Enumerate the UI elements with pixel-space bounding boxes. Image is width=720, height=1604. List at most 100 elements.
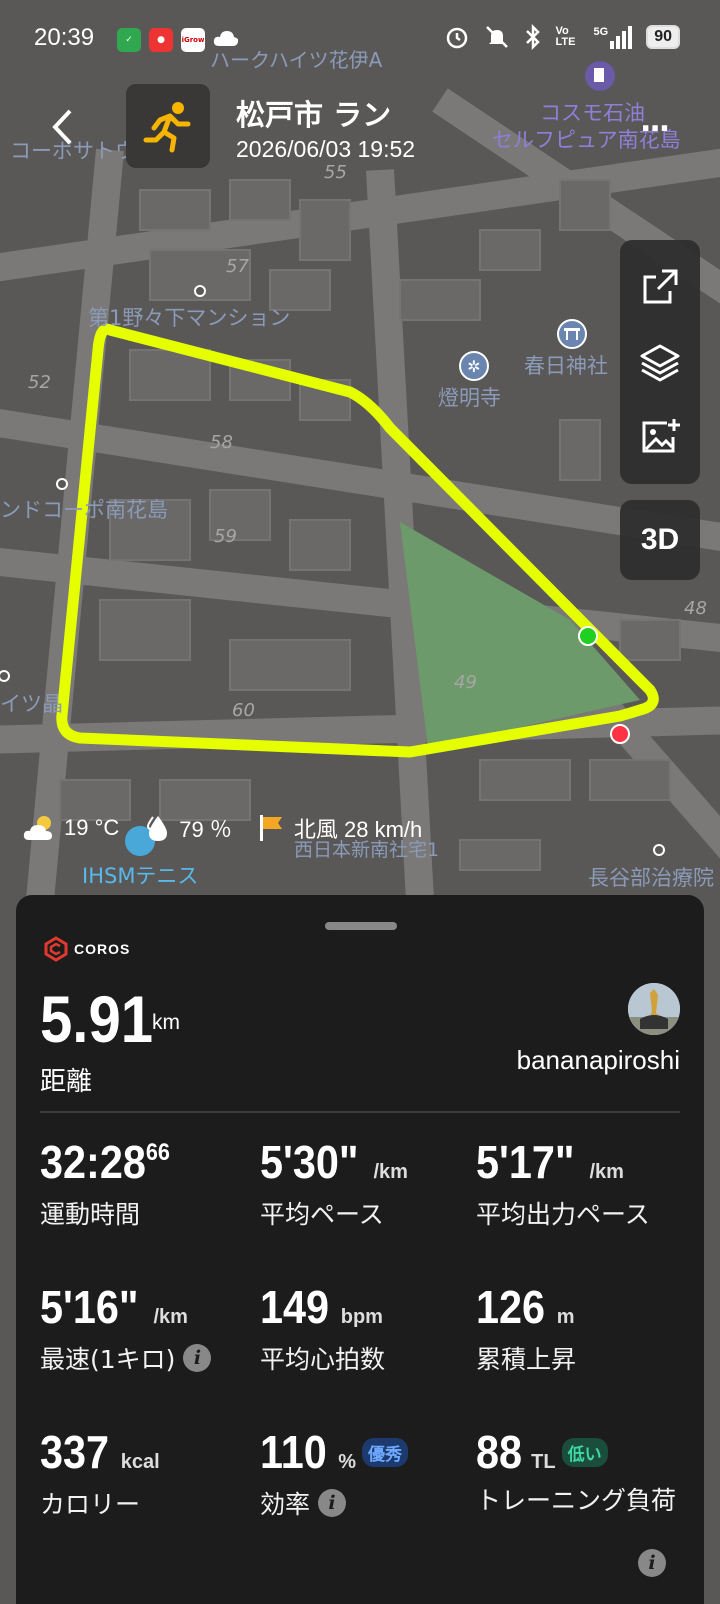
metric-unit: kcal xyxy=(120,1451,160,1473)
map-label: 58 xyxy=(210,432,233,453)
layers-icon xyxy=(640,344,680,382)
poi-dot xyxy=(653,844,665,856)
metric-unit: bpm xyxy=(340,1306,383,1328)
status-bar: 20:39 ✓ ● iGrow Vo LTE 5G 90 xyxy=(0,0,720,80)
metric-value: 5'30" xyxy=(260,1136,359,1188)
activity-datetime: 2026/06/03 19:52 xyxy=(236,136,416,162)
distance-label: 距離 xyxy=(40,1067,93,1097)
map-layers-button[interactable] xyxy=(630,332,690,392)
share-icon xyxy=(643,269,678,304)
poi-dot xyxy=(0,670,10,682)
partly-cloudy-icon xyxy=(23,816,52,840)
metric-unit: TL xyxy=(531,1451,556,1473)
metric-label: 平均ペース xyxy=(260,1200,384,1229)
username: bananapiroshi xyxy=(516,1045,680,1075)
temple-icon: ✲ xyxy=(459,351,489,381)
metric-label-text: 最速(1キロ) xyxy=(40,1345,176,1374)
volte-icon: Vo LTE xyxy=(555,25,576,48)
route-start-marker xyxy=(578,626,598,646)
info-icon[interactable]: i xyxy=(183,1344,212,1372)
drag-handle[interactable] xyxy=(325,922,397,930)
map-label: 長谷部治療院 xyxy=(588,866,714,890)
add-photo-button[interactable] xyxy=(630,407,690,467)
map-label: 第1野々下マンション xyxy=(88,306,290,330)
svg-text:✲: ✲ xyxy=(467,357,480,376)
shrine-icon xyxy=(557,319,587,349)
map-label: 55 xyxy=(324,162,347,183)
status-time: 20:39 xyxy=(34,24,95,51)
metric-unit: /km xyxy=(153,1306,188,1328)
map-label: 57 xyxy=(226,256,249,277)
route-end-marker xyxy=(610,724,630,744)
shield-app-icon: ✓ xyxy=(117,28,141,52)
wind-flag-icon xyxy=(259,815,282,841)
metric-value: 110 xyxy=(260,1426,327,1478)
metric-efficiency: 110 % 優秀 効率 i xyxy=(260,1425,409,1521)
temperature-value: 19 °C xyxy=(64,815,120,840)
alarm-icon xyxy=(446,27,467,49)
notification-icons: ✓ ● iGrow xyxy=(117,28,239,52)
coros-logo-icon xyxy=(44,936,68,962)
divider xyxy=(40,1111,680,1113)
distance-unit: km xyxy=(152,1011,180,1034)
map-label: コスモ石油 xyxy=(540,101,645,125)
weather-row: 19 °C 79 ％ 北風 28 km/h xyxy=(22,812,446,844)
distance-value: 5.91 xyxy=(40,982,154,1056)
map-label: IHSMテニス xyxy=(82,864,198,888)
metric-label: 最速(1キロ) i xyxy=(40,1340,212,1376)
map-label: 52 xyxy=(28,372,51,393)
metric-value: 126 xyxy=(476,1281,546,1333)
metric-label: カロリー xyxy=(40,1490,141,1519)
metric-value: 32:2866 xyxy=(40,1136,170,1188)
app-notification-icon: ● xyxy=(149,28,173,52)
map-label: 59 xyxy=(214,526,237,547)
metric-avg-power-pace: 5'17" /km 平均出力ペース xyxy=(476,1135,650,1231)
metric-unit: % xyxy=(338,1451,357,1473)
metric-label: 累積上昇 xyxy=(476,1345,577,1374)
metric-label: 運動時間 xyxy=(40,1200,141,1229)
share-button[interactable] xyxy=(630,257,690,317)
metric-value: 149 xyxy=(260,1281,330,1333)
cloud-icon xyxy=(213,31,239,46)
efficiency-badge: 優秀 xyxy=(362,1438,409,1467)
more-options-button[interactable]: ... xyxy=(640,104,670,139)
add-image-icon xyxy=(642,418,680,453)
metric-fastest-km: 5'16" /km 最速(1キロ) i xyxy=(40,1280,212,1376)
metric-value: 5'17" xyxy=(476,1136,575,1188)
info-icon[interactable]: i xyxy=(638,1549,666,1577)
signal-icon: 5G xyxy=(593,25,633,49)
metric-label: 平均出力ペース xyxy=(476,1200,650,1229)
running-icon xyxy=(143,102,191,153)
metric-avg-heart-rate: 149 bpm 平均心拍数 xyxy=(260,1280,385,1376)
mute-icon xyxy=(485,26,508,48)
map-label: ンドコーポ南花島 xyxy=(0,498,168,522)
metric-calories: 337 kcal カロリー xyxy=(40,1425,160,1521)
back-button[interactable] xyxy=(40,100,84,154)
metric-unit: /km xyxy=(373,1161,408,1183)
metric-value: 337 xyxy=(40,1426,110,1478)
3d-view-button[interactable]: 3D xyxy=(620,500,700,580)
metric-duration: 32:2866 運動時間 xyxy=(40,1135,184,1231)
metric-value: 88 xyxy=(476,1426,523,1478)
metric-unit: /km xyxy=(589,1161,624,1183)
chevron-left-icon xyxy=(52,109,72,145)
avatar-image xyxy=(628,983,680,1035)
humidity-icon xyxy=(147,816,168,841)
map-label: 春日神社 xyxy=(524,354,608,378)
metric-label: 平均心拍数 xyxy=(260,1345,386,1374)
poi-dot xyxy=(56,478,68,490)
avatar[interactable] xyxy=(628,983,680,1035)
activity-summary-panel[interactable]: COROS 5.91 km 距離 bananapiroshi 32:2866 運… xyxy=(16,895,704,1604)
battery-indicator: 90 xyxy=(646,25,680,49)
metric-unit: m xyxy=(556,1306,575,1328)
map-label: 燈明寺 xyxy=(438,386,501,410)
metric-label: トレーニング負荷 xyxy=(476,1486,677,1515)
network-type: 5G xyxy=(593,25,609,38)
metric-label-text: 効率 xyxy=(260,1490,311,1519)
metric-training-load: 88 TL 低い トレーニング負荷 xyxy=(476,1425,676,1523)
brand-name: COROS xyxy=(74,941,131,957)
map-label: 49 xyxy=(454,672,477,693)
info-icon[interactable]: i xyxy=(318,1489,347,1517)
map-tool-group xyxy=(620,240,700,484)
map-label: 48 xyxy=(684,598,707,619)
